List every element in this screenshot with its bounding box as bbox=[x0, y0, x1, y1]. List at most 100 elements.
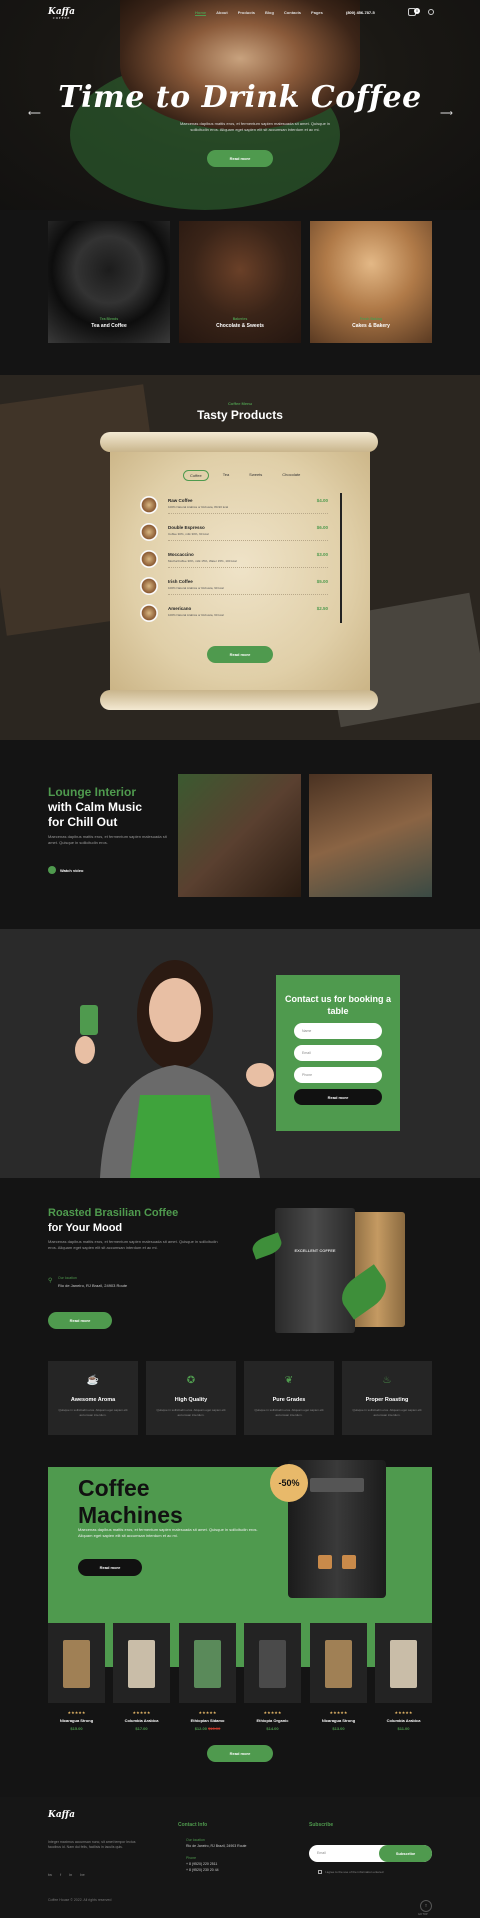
nav-about[interactable]: About bbox=[216, 10, 228, 16]
watch-video-link[interactable]: Watch video bbox=[60, 868, 83, 873]
booking-submit-button[interactable]: Read more bbox=[294, 1089, 382, 1105]
nav-products[interactable]: Products bbox=[238, 10, 255, 16]
next-arrow-icon[interactable]: ⟶ bbox=[440, 108, 453, 119]
twitter-icon[interactable]: tw bbox=[48, 1872, 52, 1877]
menu-item[interactable]: Americano 100% Natural Arabica or Robust… bbox=[140, 603, 328, 625]
lounge-text: Maecenas dapibus mattis eros, et ferment… bbox=[48, 834, 167, 845]
product-card[interactable] bbox=[113, 1623, 170, 1703]
nav-blog[interactable]: Blog bbox=[265, 10, 274, 16]
product-card[interactable] bbox=[179, 1623, 236, 1703]
category-card[interactable]: Bakeries Chocolate & Sweets bbox=[179, 221, 301, 343]
footer-logo[interactable]: Kaffa bbox=[48, 1810, 75, 1820]
booking-form: Contact us for booking a table Name Emai… bbox=[276, 975, 400, 1131]
hero-read-more-button[interactable]: Read more bbox=[207, 150, 273, 167]
product-image bbox=[128, 1640, 155, 1688]
booking-title: Contact us for booking a table bbox=[284, 994, 391, 1016]
machines-read-more-button[interactable]: Read more bbox=[78, 1559, 142, 1576]
header-phone[interactable]: (800) 456-787-5 bbox=[346, 10, 375, 15]
barista-woman-image bbox=[75, 960, 274, 1178]
location-label: Our location bbox=[58, 1276, 77, 1280]
roasted-title-rest: for Your Mood bbox=[48, 1222, 123, 1234]
product-name[interactable]: Ethiopia Organic bbox=[244, 1718, 301, 1723]
menu-item[interactable]: Moccaccino Mocha/Coffee 30%, milk 15%, W… bbox=[140, 549, 328, 571]
product-name[interactable]: Nicaragua Strong bbox=[48, 1718, 105, 1723]
menu-item[interactable]: Irish Coffee 100% Natural Arabica or Rob… bbox=[140, 576, 328, 598]
feature-desc: Quisque in sollicitudin eros. Aliquam eg… bbox=[156, 1408, 226, 1417]
divider bbox=[168, 513, 328, 514]
name-field[interactable]: Name bbox=[294, 1023, 382, 1039]
product-card[interactable] bbox=[48, 1623, 105, 1703]
search-icon[interactable] bbox=[428, 9, 434, 15]
category-label: Chocolate & Sweets bbox=[216, 323, 264, 329]
menu-item-name: Irish Coffee bbox=[168, 579, 193, 584]
lounge-heading: Lounge Interior with Calm Music for Chil… bbox=[48, 785, 158, 830]
product-card[interactable] bbox=[375, 1623, 432, 1703]
product-image bbox=[325, 1640, 352, 1688]
tab-tea[interactable]: Tea bbox=[217, 470, 235, 481]
lounge-title-rest: with Calm Music for Chill Out bbox=[48, 800, 143, 829]
product-rating: ★★★★★ bbox=[198, 1710, 217, 1715]
product-rating: ★★★★★ bbox=[329, 1710, 348, 1715]
roasted-read-more-button[interactable]: Read more bbox=[48, 1312, 112, 1329]
header: Kaffa COFFEE Home About Products Blog Con… bbox=[0, 0, 480, 26]
category-label: Tea and Coffee bbox=[91, 323, 127, 329]
category-sub: Fresh Baking bbox=[359, 317, 383, 321]
machines-title: Coffee Machines bbox=[78, 1475, 183, 1528]
roasted-title-green: Roasted Brasilian Coffee bbox=[48, 1207, 179, 1219]
menu-item-desc: 100% Natural Arabica or Robusta, 80-90 k… bbox=[168, 505, 229, 509]
category-card[interactable]: Fresh Baking Cakes & Bakery bbox=[310, 221, 432, 343]
category-sub: Tea Blends bbox=[99, 317, 119, 321]
product-name[interactable]: Columbia Arabica bbox=[113, 1718, 170, 1723]
lounge-table-image bbox=[178, 774, 301, 897]
products-read-more-button[interactable]: Read more bbox=[207, 1745, 273, 1762]
agree-checkbox[interactable] bbox=[318, 1870, 322, 1874]
product-name[interactable]: Nicaragua Strong bbox=[310, 1718, 367, 1723]
product-card[interactable] bbox=[310, 1623, 367, 1703]
menu-scrollbar[interactable] bbox=[340, 493, 342, 623]
category-card[interactable]: Tea Blends Tea and Coffee bbox=[48, 221, 170, 343]
coffee-bag-black: EXCELLENT COFFEE bbox=[275, 1208, 355, 1333]
footer-phone-1[interactable]: + 8 (9520) 220 2511 bbox=[186, 1862, 217, 1866]
award-icon: ✪ bbox=[186, 1375, 196, 1386]
location-pin-icon: ⚲ bbox=[48, 1278, 53, 1284]
category-sub: Bakeries bbox=[232, 317, 248, 321]
tab-coffee[interactable]: Coffee bbox=[183, 470, 209, 481]
subscribe-button[interactable]: Subscribe bbox=[379, 1845, 432, 1862]
behance-icon[interactable]: be bbox=[80, 1872, 84, 1877]
feature-title: Pure Grades bbox=[272, 1397, 306, 1403]
product-rating: ★★★★★ bbox=[132, 1710, 151, 1715]
go-top-button[interactable]: ↑ bbox=[420, 1900, 432, 1912]
feature-title: Awesome Aroma bbox=[70, 1397, 116, 1403]
nav-contacts[interactable]: Contacts bbox=[284, 10, 301, 16]
email-field[interactable]: Email bbox=[294, 1045, 382, 1061]
facebook-icon[interactable]: f bbox=[60, 1872, 61, 1877]
product-image bbox=[63, 1640, 90, 1688]
feature-desc: Quisque in sollicitudin eros. Aliquam eg… bbox=[254, 1408, 324, 1417]
location-value: Rio de Janeiro, RJ Brazil, 24903 Route bbox=[58, 1283, 128, 1288]
logo[interactable]: Kaffa COFFEE bbox=[48, 7, 75, 20]
feature-desc: Quisque in sollicitudin eros. Aliquam eg… bbox=[58, 1408, 128, 1417]
prev-arrow-icon[interactable]: ⟵ bbox=[28, 108, 41, 119]
tab-sweets[interactable]: Sweets bbox=[243, 470, 268, 481]
nav-pages[interactable]: Pages bbox=[311, 10, 323, 16]
play-icon[interactable] bbox=[48, 866, 56, 874]
tasty-read-more-button[interactable]: Read more bbox=[207, 646, 273, 663]
linkedin-icon[interactable]: in bbox=[69, 1872, 72, 1877]
product-card[interactable] bbox=[244, 1623, 301, 1703]
product-name[interactable]: Columbia Arabica bbox=[375, 1718, 432, 1723]
product-name[interactable]: Ethiopian Sidamo bbox=[179, 1718, 236, 1723]
subscribe-heading: Subscribe bbox=[309, 1822, 334, 1828]
phone-field[interactable]: Phone bbox=[294, 1067, 382, 1083]
tab-chocolate[interactable]: Chocolate bbox=[276, 470, 306, 481]
product-image bbox=[194, 1640, 221, 1688]
menu-item[interactable]: Raw Coffee 100% Natural Arabica or Robus… bbox=[140, 495, 328, 517]
feature-desc: Quisque in sollicitudin eros. Aliquam eg… bbox=[352, 1408, 422, 1417]
product-image bbox=[259, 1640, 286, 1688]
menu-item[interactable]: Double Espresso Coffee 30%, milk 30%, 60… bbox=[140, 522, 328, 544]
feature-card: ♨ Proper Roasting Quisque in sollicitudi… bbox=[342, 1361, 432, 1435]
hero-title: Time to Drink Coffee bbox=[58, 80, 422, 115]
menu-item-price: $6.00 bbox=[316, 525, 328, 530]
nav-home[interactable]: Home bbox=[195, 10, 207, 16]
footer-phone-2[interactable]: + 8 (9520) 230 20 44 bbox=[186, 1868, 219, 1872]
product-old-price: $16.00 bbox=[208, 1726, 221, 1731]
